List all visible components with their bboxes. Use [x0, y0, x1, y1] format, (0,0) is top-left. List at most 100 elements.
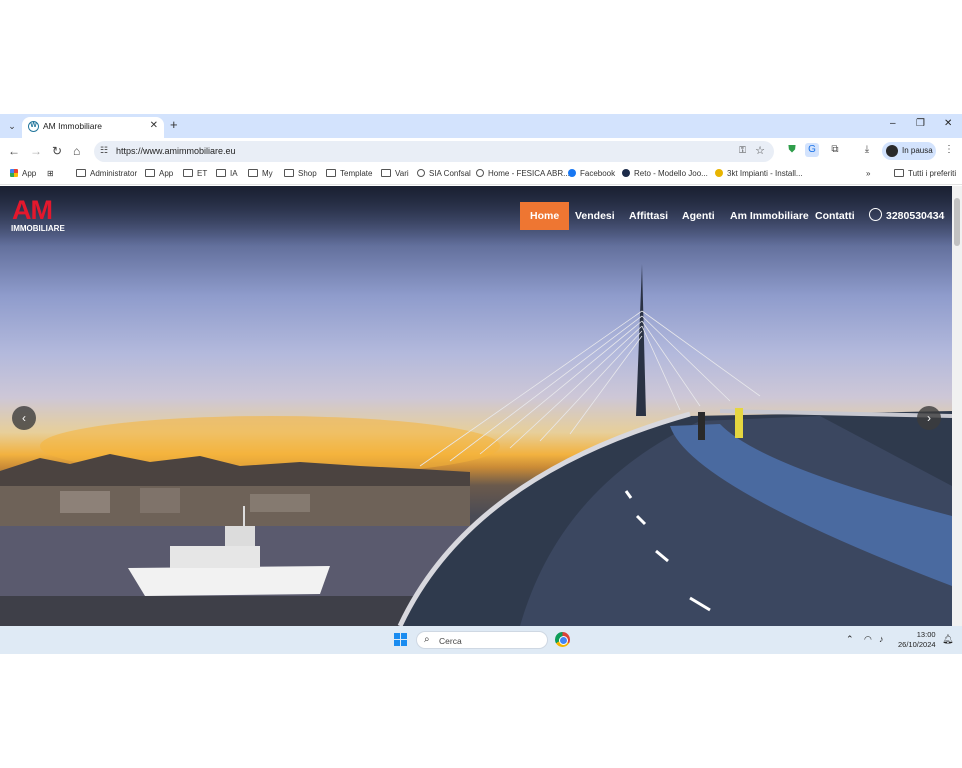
maximize-icon[interactable]: ❐: [916, 118, 925, 129]
slider-next-icon[interactable]: ›: [917, 406, 941, 430]
translate-extension-icon[interactable]: G: [805, 143, 819, 157]
folder-icon: [145, 169, 155, 177]
bookmark-site[interactable]: 3kt Impianti - Install...: [715, 169, 803, 178]
chrome-taskbar-icon[interactable]: [555, 632, 570, 647]
phone-number: 3280530434: [886, 210, 945, 222]
tray-chevron-icon[interactable]: ⌃: [846, 634, 854, 645]
page-scrollbar[interactable]: [952, 186, 962, 626]
bookmark-site[interactable]: Home - FESICA ABR...: [476, 169, 570, 178]
all-bookmarks[interactable]: Tutti i preferiti: [894, 169, 956, 178]
profile-label: In pausa: [902, 146, 933, 155]
folder-icon: [326, 169, 336, 177]
folder-icon: [284, 169, 294, 177]
taskbar-search[interactable]: ⌕ Cerca: [416, 631, 548, 649]
notification-bell-icon[interactable]: 🔔︎: [942, 634, 953, 645]
boat-bridge: [225, 526, 255, 546]
avatar: [886, 145, 898, 157]
menu-kebab-icon[interactable]: ⋮: [942, 143, 956, 157]
scrollbar-thumb[interactable]: [954, 198, 960, 246]
nav-home[interactable]: Home: [520, 202, 570, 230]
boat-cabin: [170, 546, 260, 568]
bookmark-site[interactable]: Facebook: [568, 169, 615, 178]
new-tab-button[interactable]: +: [170, 117, 178, 132]
address-bar[interactable]: ☷ https://www.amimmobiliare.eu ⚿ ☆: [94, 141, 774, 162]
bookmark-folder[interactable]: IA: [216, 169, 238, 178]
globe-icon: [417, 169, 425, 177]
browser-toolbar: ← → ↻ ⌂ ☷ https://www.amimmobiliare.eu ⚿…: [0, 138, 962, 165]
tab-strip: ⌄ W AM Immobiliare ✕ + – ❐ ✕: [0, 114, 962, 138]
nav-agenti[interactable]: Agenti: [672, 202, 725, 230]
bookmark-folder[interactable]: My: [248, 169, 273, 178]
hero-image: [0, 264, 952, 626]
folder-icon: [216, 169, 226, 177]
password-key-icon[interactable]: ⚿: [739, 145, 746, 156]
reload-icon[interactable]: ↻: [52, 144, 62, 158]
url-text[interactable]: https://www.amimmobiliare.eu: [116, 146, 236, 156]
window-close-icon[interactable]: ✕: [944, 118, 952, 129]
pier: [0, 596, 420, 626]
tab-title: AM Immobiliare: [43, 121, 103, 131]
wordpress-icon: W: [28, 121, 39, 132]
clock-time: 13:00: [916, 630, 936, 639]
hero-slider: AM IMMOBILIARE Home Vendesi Affittasi Ag…: [0, 186, 952, 626]
bookmark-site[interactable]: Reto - Modello Joo...: [622, 169, 708, 178]
boat-hull: [128, 566, 330, 596]
bookmark-folder[interactable]: Administrator: [76, 169, 137, 178]
bookmark-star-icon[interactable]: ☆: [755, 144, 765, 157]
tab-groups-icon[interactable]: ⊞: [47, 169, 54, 178]
site-logo-subtitle[interactable]: IMMOBILIARE: [11, 224, 65, 233]
bookmark-folder[interactable]: App: [145, 169, 173, 178]
profile-chip[interactable]: In pausa: [882, 142, 936, 160]
bookmark-apps[interactable]: App: [10, 169, 36, 178]
nav-affittasi[interactable]: Affittasi: [619, 202, 678, 230]
folder-icon: [76, 169, 86, 177]
volume-icon[interactable]: ♪: [879, 634, 884, 644]
browser-tab[interactable]: W AM Immobiliare ✕: [22, 117, 164, 138]
site-info-icon[interactable]: ☷: [100, 145, 108, 156]
nav-contatti[interactable]: Contatti: [805, 202, 865, 230]
home-icon[interactable]: ⌂: [73, 144, 80, 158]
nav-vendesi[interactable]: Vendesi: [565, 202, 625, 230]
person-walker: [698, 412, 705, 440]
bookmark-site[interactable]: SIA Confsal: [417, 169, 471, 178]
facebook-icon: [568, 169, 576, 177]
globe-icon: [476, 169, 484, 177]
folder-icon: [248, 169, 258, 177]
bridge-pylon: [636, 264, 646, 416]
forward-icon[interactable]: →: [30, 144, 42, 158]
folder-icon: [894, 169, 904, 177]
shield-extension-icon[interactable]: ⛊: [785, 143, 799, 157]
tab-close-icon[interactable]: ✕: [150, 120, 158, 131]
search-icon: ⌕: [424, 634, 430, 645]
building: [60, 491, 110, 513]
screen: ⌄ W AM Immobiliare ✕ + – ❐ ✕ ← → ↻ ⌂ ☷ h…: [0, 114, 962, 654]
nav-am-immobiliare[interactable]: Am Immobiliare: [720, 202, 819, 230]
clock[interactable]: 13:00 26/10/2024: [898, 630, 936, 650]
bookmark-folder[interactable]: Vari: [381, 169, 409, 178]
site-logo[interactable]: AM: [12, 195, 53, 226]
extensions-puzzle-icon[interactable]: ⧉: [828, 143, 842, 157]
bookmarks-overflow-icon[interactable]: »: [866, 169, 870, 178]
search-label: Cerca: [439, 636, 462, 646]
3kt-icon: [715, 169, 723, 177]
bookmarks-bar: App ⊞ Administrator App ET IA My Shop Te…: [0, 165, 962, 185]
whatsapp-icon: [869, 208, 882, 221]
apps-grid-icon: [10, 169, 18, 177]
tab-search-icon[interactable]: ⌄: [4, 118, 20, 134]
phone-link[interactable]: 3280530434: [869, 208, 944, 222]
minimize-icon[interactable]: –: [890, 118, 896, 129]
joomla-icon: [622, 169, 630, 177]
building: [250, 494, 310, 512]
windows-start-icon[interactable]: [394, 633, 408, 647]
slider-prev-icon[interactable]: ‹: [12, 406, 36, 430]
bookmark-folder[interactable]: Shop: [284, 169, 317, 178]
wifi-icon[interactable]: ◠: [864, 634, 872, 645]
back-icon[interactable]: ←: [8, 144, 20, 158]
folder-icon: [381, 169, 391, 177]
person-cyclist: [735, 408, 743, 438]
taskbar: ⌕ Cerca ⌃ ◠ ♪ 13:00 26/10/2024 🔔︎: [0, 626, 962, 654]
bookmark-folder[interactable]: Template: [326, 169, 372, 178]
bookmark-folder[interactable]: ET: [183, 169, 207, 178]
folder-icon: [183, 169, 193, 177]
download-icon[interactable]: ⤓: [860, 143, 874, 157]
